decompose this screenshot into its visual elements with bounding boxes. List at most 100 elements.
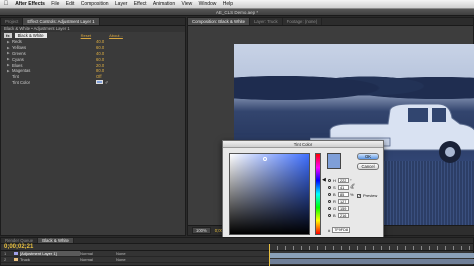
- field-unit: %: [350, 185, 354, 190]
- blue-input[interactable]: [338, 213, 349, 218]
- menu-composition[interactable]: Composition: [78, 1, 112, 7]
- prop-value[interactable]: 40.0: [96, 39, 104, 44]
- menu-edit[interactable]: Edit: [63, 1, 78, 7]
- layer-name[interactable]: Truck: [20, 257, 80, 262]
- ok-button[interactable]: OK: [357, 153, 379, 160]
- prop-name: Blues: [12, 62, 23, 68]
- field-b[interactable]: B %: [328, 191, 354, 198]
- hue-slider[interactable]: [315, 153, 321, 235]
- tab-render-queue[interactable]: Render Queue: [1, 238, 39, 243]
- preview-checkbox[interactable]: ✓: [357, 193, 361, 198]
- effect-controls-panel: Project Effect Controls: Adjustment Laye…: [0, 17, 186, 236]
- prop-value[interactable]: 20.0: [96, 63, 104, 68]
- prop-name: Yellows: [12, 45, 27, 51]
- menu-animation[interactable]: Animation: [150, 1, 179, 7]
- layer-number: 2: [4, 257, 7, 262]
- prop-value[interactable]: 40.0: [96, 51, 104, 56]
- tint-color-swatch[interactable]: [96, 80, 103, 85]
- menu-effect[interactable]: Effect: [131, 1, 150, 7]
- radio-button[interactable]: [328, 207, 331, 210]
- apple-icon[interactable]: : [0, 1, 12, 7]
- prop-value[interactable]: 60.0: [96, 57, 104, 62]
- playhead[interactable]: [269, 244, 270, 266]
- field-g[interactable]: G: [328, 205, 354, 212]
- dialog-title: Tint Color: [223, 141, 383, 148]
- new-color-swatch: [327, 153, 341, 169]
- time-ruler[interactable]: [269, 246, 474, 250]
- timeline-panel: Render Queue Black & White 0;00;02;21 1 …: [0, 237, 474, 266]
- layer-parent-dropdown[interactable]: None: [116, 257, 146, 262]
- effects-tabrow: Project Effect Controls: Adjustment Laye…: [1, 18, 185, 26]
- about-link[interactable]: About...: [109, 33, 123, 38]
- hue-input[interactable]: [338, 178, 349, 183]
- prop-name: Greens: [12, 50, 26, 56]
- cancel-button[interactable]: Cancel: [357, 163, 379, 170]
- fx-toggle-icon[interactable]: fx: [4, 33, 12, 38]
- radio-button[interactable]: [328, 186, 331, 189]
- tab-project[interactable]: Project: [1, 18, 24, 25]
- hex-field[interactable]: #: [328, 227, 351, 233]
- field-unit: °: [350, 178, 352, 183]
- layer-duration-bar[interactable]: [269, 259, 474, 264]
- eyedropper-icon[interactable]: ✐: [105, 80, 108, 85]
- tree-line: [234, 64, 474, 104]
- layer-name[interactable]: [Adjustment Layer 1]: [20, 251, 80, 256]
- tab-layer[interactable]: Layer: Truck: [250, 18, 283, 25]
- prop-value[interactable]: 80.0: [96, 68, 104, 73]
- menu-help[interactable]: Help: [220, 1, 237, 7]
- layer-parent-dropdown[interactable]: None: [116, 251, 146, 256]
- hex-input[interactable]: [332, 227, 351, 233]
- brightness-input[interactable]: [338, 192, 349, 197]
- prop-name: Cyans: [12, 56, 24, 62]
- menu-bar:  After Effects File Edit Composition La…: [0, 0, 474, 9]
- layer-label-color[interactable]: [14, 258, 18, 261]
- red-input[interactable]: [338, 199, 349, 204]
- menu-window[interactable]: Window: [195, 1, 219, 7]
- color-marker[interactable]: [263, 157, 267, 161]
- layer-mode-dropdown[interactable]: Normal: [80, 251, 116, 256]
- tint-color-dialog: Tint Color ◀ ✐ H ° S % B % R: [222, 140, 384, 238]
- field-r[interactable]: R: [328, 198, 354, 205]
- zoom-dropdown[interactable]: 100%: [192, 227, 211, 234]
- tab-footage[interactable]: Footage: (none): [282, 18, 323, 25]
- current-time-display[interactable]: 0;00;02;21: [4, 244, 33, 250]
- effect-name[interactable]: Black & White: [14, 33, 47, 38]
- layer-mode-dropdown[interactable]: Normal: [80, 257, 116, 262]
- tab-effect-controls[interactable]: Effect Controls: Adjustment Layer 1: [23, 18, 100, 25]
- radio-button[interactable]: [328, 214, 331, 217]
- radio-button[interactable]: [328, 200, 331, 203]
- field-blue[interactable]: B: [328, 212, 354, 219]
- hex-label: #: [328, 227, 331, 233]
- prop-name: Magentas: [12, 68, 31, 74]
- field-h[interactable]: H °: [328, 177, 354, 184]
- prop-name: Reds: [12, 39, 22, 45]
- preview-toggle[interactable]: ✓ Preview: [357, 193, 377, 198]
- menu-view[interactable]: View: [178, 1, 195, 7]
- reset-link[interactable]: Reset: [81, 33, 91, 38]
- layer-label-color[interactable]: [14, 252, 18, 255]
- color-value-fields: H ° S % B % R G B: [328, 177, 354, 219]
- prop-value[interactable]: 60.0: [96, 45, 104, 50]
- menu-app[interactable]: After Effects: [12, 1, 48, 7]
- menu-layer[interactable]: Layer: [112, 1, 131, 7]
- layer-duration-bar[interactable]: [269, 253, 474, 258]
- tab-composition[interactable]: Composition: Black & White: [188, 18, 251, 25]
- field-unit: %: [350, 192, 354, 197]
- effect-row[interactable]: fx Black & White Reset About...: [1, 32, 185, 39]
- field-s[interactable]: S %: [328, 184, 354, 191]
- radio-button[interactable]: [328, 179, 331, 182]
- green-input[interactable]: [338, 206, 349, 211]
- hue-slider-arrow-icon[interactable]: ◀: [322, 177, 326, 183]
- prop-value[interactable]: Off: [96, 74, 102, 79]
- radio-button[interactable]: [328, 193, 331, 196]
- menu-file[interactable]: File: [48, 1, 62, 7]
- preview-label: Preview: [363, 193, 378, 198]
- comp-tabrow: Composition: Black & White Layer: Truck …: [188, 18, 473, 26]
- saturation-brightness-field[interactable]: [229, 153, 310, 235]
- prop-tint-color[interactable]: Tint Color ✐: [1, 80, 185, 86]
- saturation-input[interactable]: [338, 185, 349, 190]
- tab-timeline-comp[interactable]: Black & White: [38, 238, 74, 243]
- window-title: AE_CLS Demo.aep *: [0, 9, 474, 16]
- prop-name: Tint: [12, 74, 19, 80]
- layer-number: 1: [4, 251, 7, 256]
